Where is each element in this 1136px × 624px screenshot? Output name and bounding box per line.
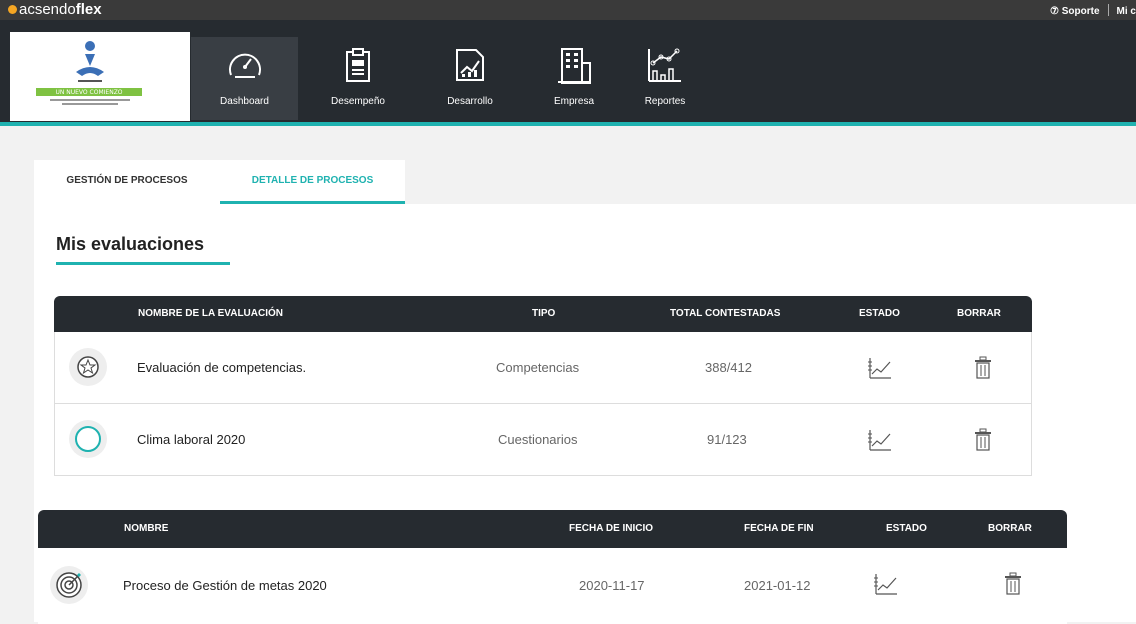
report-chart-icon bbox=[648, 48, 681, 82]
speedometer-icon bbox=[228, 53, 261, 78]
support-link[interactable]: ⑦ Soporte bbox=[1050, 6, 1100, 17]
processes-table-header: NOMBRE FECHA DE INICIO FECHA DE FIN ESTA… bbox=[38, 510, 1067, 548]
header-total-answered: TOTAL CONTESTADAS bbox=[670, 308, 781, 319]
trash-icon[interactable] bbox=[973, 428, 993, 452]
nav-reportes[interactable]: Reportes bbox=[625, 37, 705, 120]
evaluation-type: Competencias bbox=[496, 360, 580, 375]
header-status: ESTADO bbox=[859, 308, 900, 319]
top-right-links: ⑦ Soporte Mi c bbox=[1050, 4, 1136, 17]
header-evaluation-name: NOMBRE DE LA EVALUACIÓN bbox=[138, 308, 283, 319]
process-type-badge bbox=[50, 566, 88, 604]
process-start-date: 2020-11-17 bbox=[579, 578, 645, 593]
tab-gestion-procesos[interactable]: GESTIÓN DE PROCESOS bbox=[34, 160, 220, 204]
nav-reportes-label: Reportes bbox=[644, 96, 686, 107]
evaluation-answered: 91/123 bbox=[707, 432, 747, 447]
brand-name-bold: flex bbox=[75, 1, 102, 18]
status-chart-icon[interactable] bbox=[867, 356, 893, 380]
section-title-underline bbox=[56, 262, 230, 265]
brand-dot-icon bbox=[8, 5, 17, 14]
table-row[interactable]: Proceso de Gestión de metas 2020 2020-11… bbox=[38, 548, 1067, 624]
header-delete: BORRAR bbox=[988, 523, 1032, 534]
help-icon: ⑦ bbox=[1050, 6, 1059, 17]
nav-desarrollo[interactable]: Desarrollo bbox=[425, 37, 515, 120]
top-bar: acsendoflex ⑦ Soporte Mi c bbox=[0, 0, 1136, 20]
header-process-name: NOMBRE bbox=[124, 523, 169, 534]
building-icon bbox=[558, 48, 591, 84]
nav-desempeno-label: Desempeño bbox=[331, 96, 385, 107]
growth-chart-icon bbox=[456, 49, 484, 81]
tab-detalle-procesos[interactable]: DETALLE DE PROCESOS bbox=[220, 160, 405, 204]
header-status: ESTADO bbox=[886, 523, 927, 534]
brand-logo[interactable]: acsendoflex bbox=[8, 2, 102, 18]
status-chart-icon[interactable] bbox=[873, 572, 899, 596]
main-navbar: UN NUEVO COMIENZO Dashboard Desempeño De… bbox=[0, 20, 1136, 126]
processes-table: NOMBRE FECHA DE INICIO FECHA DE FIN ESTA… bbox=[38, 510, 1067, 624]
star-icon bbox=[77, 356, 99, 378]
evaluation-type-badge bbox=[69, 348, 107, 386]
nav-desarrollo-label: Desarrollo bbox=[447, 96, 493, 107]
process-end-date: 2021-01-12 bbox=[744, 578, 811, 593]
status-chart-icon[interactable] bbox=[867, 428, 893, 452]
divider bbox=[1107, 4, 1109, 16]
table-row[interactable]: Evaluación de competencias. Competencias… bbox=[54, 332, 1032, 404]
evaluations-table-header: NOMBRE DE LA EVALUACIÓN TIPO TOTAL CONTE… bbox=[54, 296, 1032, 332]
clipboard-icon bbox=[346, 48, 370, 82]
target-icon bbox=[56, 572, 82, 598]
nav-empresa-label: Empresa bbox=[553, 96, 594, 107]
trash-icon[interactable] bbox=[1003, 572, 1023, 596]
nav-dashboard[interactable]: Dashboard bbox=[191, 37, 298, 120]
nav-dashboard-label: Dashboard bbox=[220, 96, 269, 107]
evaluation-type-badge bbox=[69, 420, 107, 458]
brand-name-light: acsendo bbox=[19, 1, 76, 18]
support-label: Soporte bbox=[1061, 6, 1100, 17]
circle-icon bbox=[75, 426, 101, 452]
account-link[interactable]: Mi c bbox=[1117, 6, 1136, 17]
company-logo-image: UN NUEVO COMIENZO bbox=[36, 41, 142, 105]
header-type: TIPO bbox=[532, 308, 556, 319]
evaluation-name[interactable]: Evaluación de competencias. bbox=[137, 360, 306, 375]
header-end-date: FECHA DE FIN bbox=[744, 523, 814, 534]
table-row[interactable]: Clima laboral 2020 Cuestionarios 91/123 bbox=[54, 404, 1032, 476]
header-delete: BORRAR bbox=[957, 308, 1001, 319]
section-title: Mis evaluaciones bbox=[56, 234, 205, 254]
evaluation-type: Cuestionarios bbox=[498, 432, 578, 447]
header-start-date: FECHA DE INICIO bbox=[569, 523, 654, 534]
logo-banner-text: UN NUEVO COMIENZO bbox=[55, 89, 122, 96]
trash-icon[interactable] bbox=[973, 356, 993, 380]
evaluation-answered: 388/412 bbox=[705, 360, 752, 375]
evaluations-table: NOMBRE DE LA EVALUACIÓN TIPO TOTAL CONTE… bbox=[54, 296, 1032, 476]
nav-empresa[interactable]: Empresa bbox=[528, 37, 620, 120]
company-logo: UN NUEVO COMIENZO bbox=[10, 32, 190, 121]
evaluation-name[interactable]: Clima laboral 2020 bbox=[137, 432, 245, 447]
nav-desempeno[interactable]: Desempeño bbox=[313, 37, 403, 120]
process-name[interactable]: Proceso de Gestión de metas 2020 bbox=[123, 578, 327, 593]
